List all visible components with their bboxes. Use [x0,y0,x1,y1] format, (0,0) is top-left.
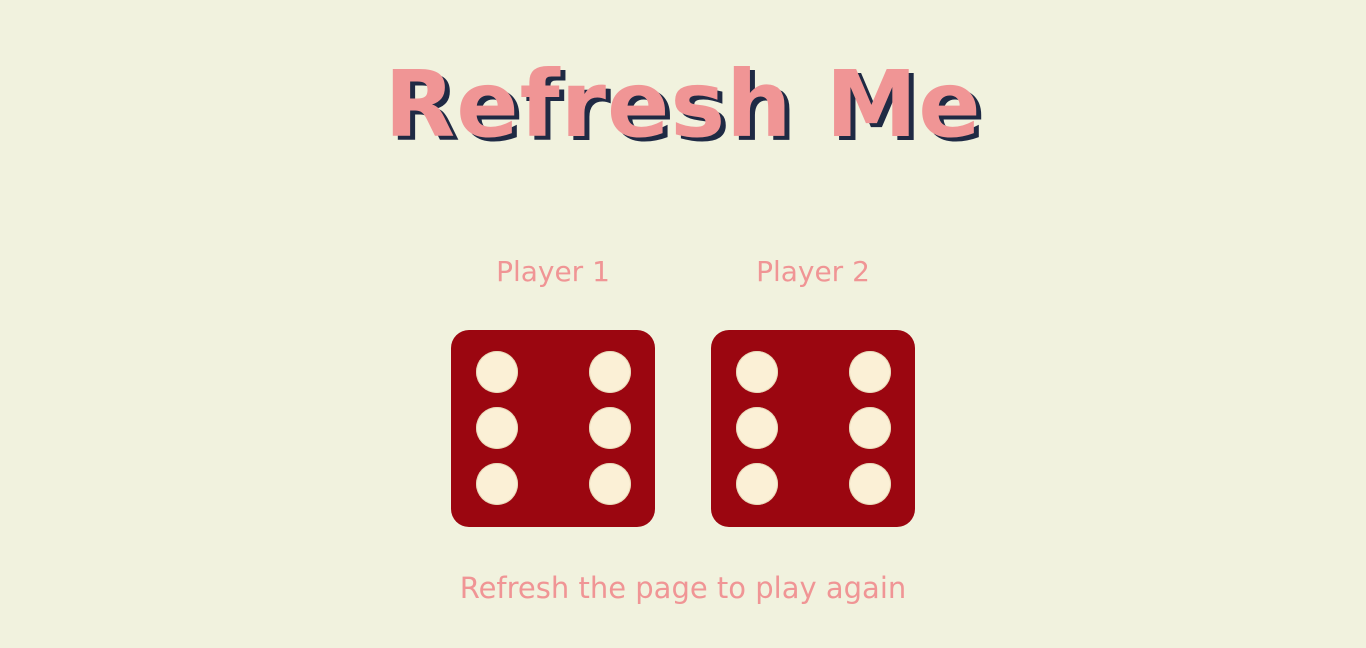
die-pip [849,351,891,393]
die-pip [736,351,778,393]
player-2-label: Player 2 [756,255,870,288]
die-pip [736,407,778,449]
player-1-die [451,330,655,527]
die-pip [849,463,891,505]
die-pip [476,351,518,393]
player-2-die [711,330,915,527]
die-pip [589,407,631,449]
die-pip [476,463,518,505]
die-pip [476,407,518,449]
die-pip [849,407,891,449]
page-title: Refresh Me [384,51,982,158]
die-pip [589,463,631,505]
die-pip [589,351,631,393]
refresh-hint: Refresh the page to play again [459,571,907,605]
die-pip [736,463,778,505]
player-1-label: Player 1 [496,255,610,288]
